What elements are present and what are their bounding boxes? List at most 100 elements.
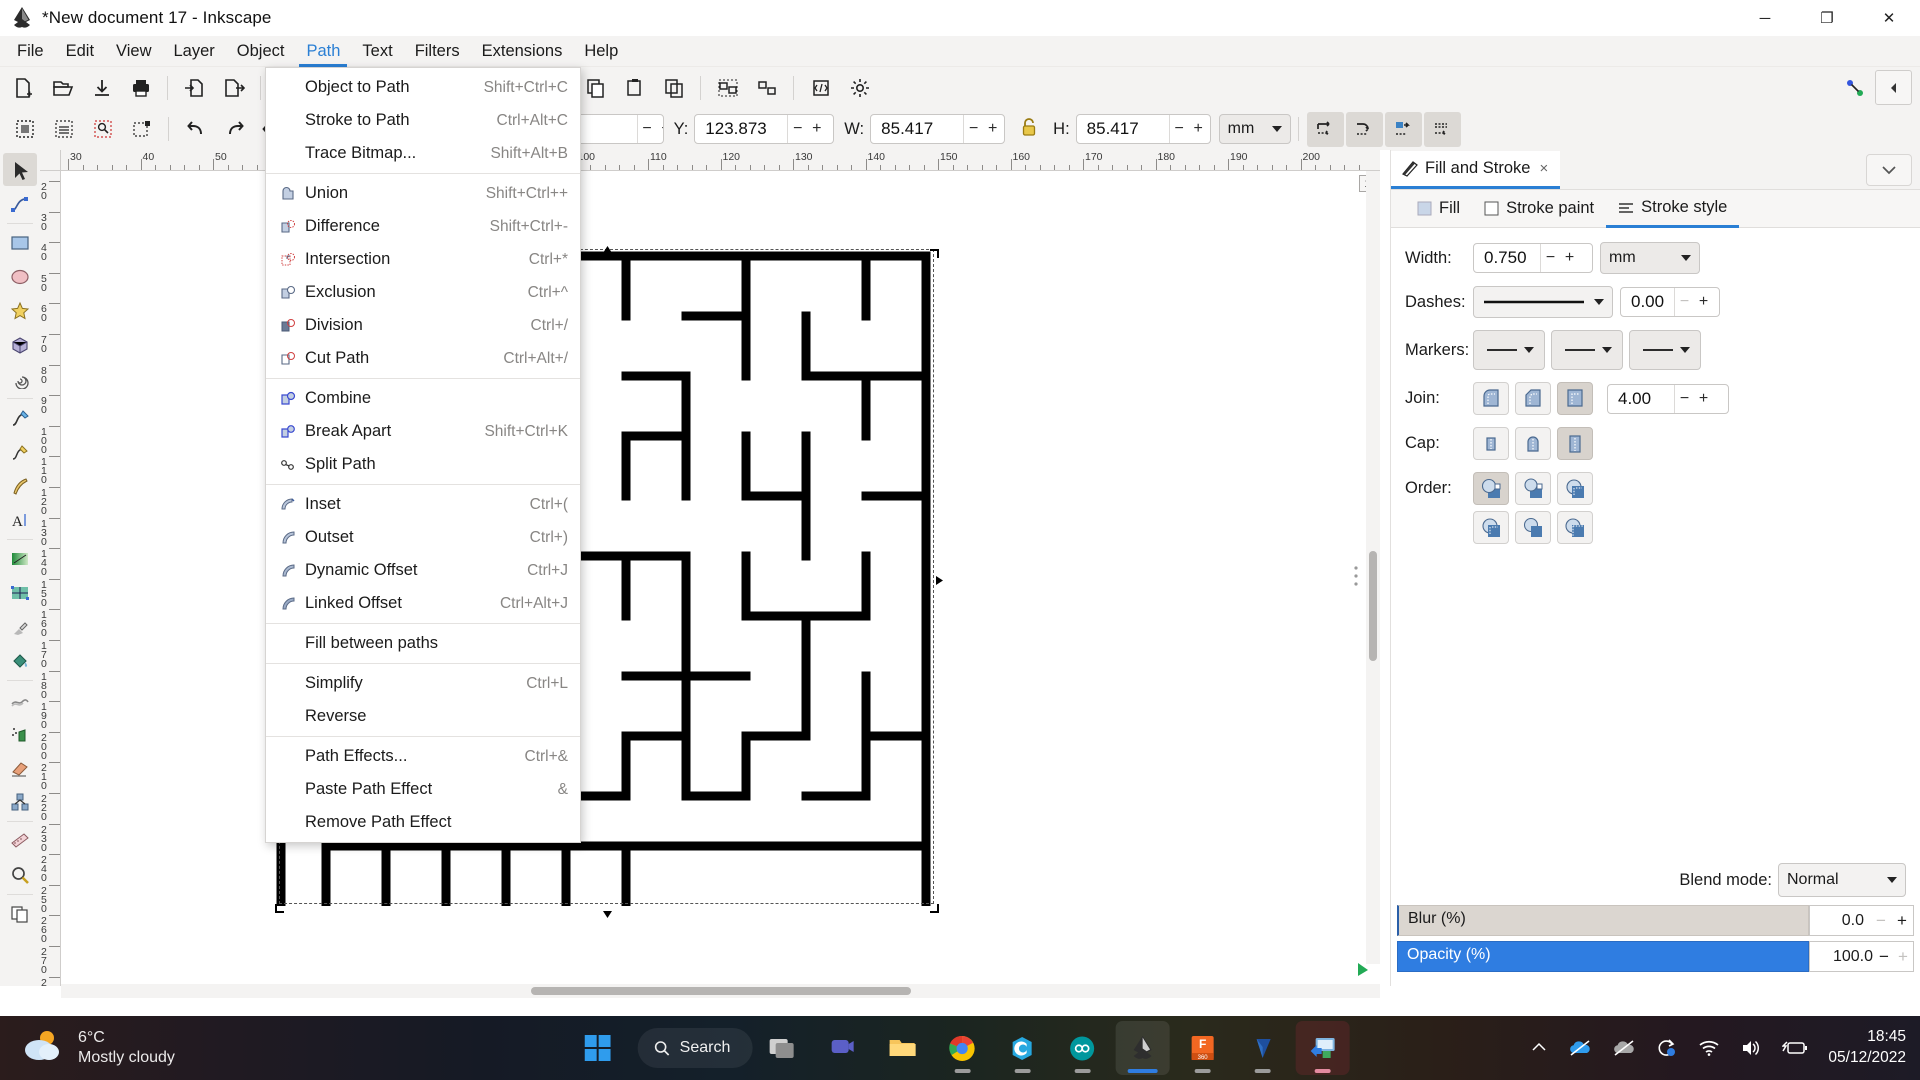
dash-offset-increment[interactable]: +: [1694, 293, 1713, 311]
menu-item-division[interactable]: DivisionCtrl+/: [266, 309, 580, 342]
h-increment[interactable]: +: [1189, 120, 1208, 138]
h-value[interactable]: 85.417: [1077, 115, 1169, 143]
bevel-join-icon[interactable]: [1515, 382, 1551, 415]
text-tool[interactable]: A: [3, 503, 37, 536]
subtab-fill[interactable]: Fill: [1405, 190, 1472, 228]
dash-offset-spinner[interactable]: 0.00 −+: [1620, 287, 1720, 317]
menu-view[interactable]: View: [105, 36, 162, 67]
vertical-scroll-thumb[interactable]: [1369, 551, 1377, 661]
volume-icon[interactable]: [1740, 1039, 1762, 1057]
select-all-icon[interactable]: [6, 112, 43, 147]
menu-item-intersection[interactable]: IntersectionCtrl+*: [266, 243, 580, 276]
horizontal-ruler[interactable]: 3040506070809010011012013014015016017018…: [40, 150, 1380, 171]
menu-item-cut-path[interactable]: Cut PathCtrl+Alt+/: [266, 342, 580, 375]
round-join-icon[interactable]: [1473, 382, 1509, 415]
menu-item-difference[interactable]: DifferenceShift+Ctrl+-: [266, 210, 580, 243]
affect-stroke-width-icon[interactable]: [1307, 112, 1344, 147]
y-value[interactable]: 123.873: [695, 115, 787, 143]
battery-charging-icon[interactable]: [1782, 1040, 1808, 1056]
box3d-tool[interactable]: [3, 328, 37, 361]
show-hidden-icons-icon[interactable]: [1530, 1039, 1548, 1057]
sync-icon[interactable]: [1656, 1038, 1678, 1058]
taskbar-clock[interactable]: 18:45 05/12/2022: [1828, 1027, 1906, 1068]
w-spinner[interactable]: 85.417 −+: [870, 114, 1005, 144]
wifi-icon[interactable]: [1698, 1039, 1720, 1057]
redo-icon[interactable]: [216, 112, 253, 147]
stroke-markers-fill-icon[interactable]: [1473, 511, 1509, 544]
file-explorer-icon[interactable]: [875, 1021, 929, 1075]
blend-mode-dropdown[interactable]: Normal: [1778, 863, 1906, 897]
menu-layer[interactable]: Layer: [163, 36, 226, 67]
menu-path[interactable]: Path: [295, 36, 351, 67]
close-icon[interactable]: ×: [1539, 160, 1548, 177]
undo-icon[interactable]: [177, 112, 214, 147]
scale-handle-s[interactable]: [602, 904, 613, 915]
tweak-tool[interactable]: [3, 683, 37, 716]
canvas-horizontal-scrollbar[interactable]: [61, 984, 1380, 998]
miter-limit-stepper[interactable]: −+: [1674, 385, 1713, 413]
subtab-stroke-style[interactable]: Stroke style: [1606, 190, 1739, 228]
dash-pattern-dropdown[interactable]: [1473, 286, 1613, 318]
search-button[interactable]: Search: [638, 1028, 753, 1068]
calligraphy-tool[interactable]: [3, 469, 37, 502]
menu-file[interactable]: File: [6, 36, 55, 67]
units-dropdown[interactable]: mm: [1219, 114, 1291, 144]
menu-item-stroke-to-path[interactable]: Stroke to PathCtrl+Alt+C: [266, 104, 580, 137]
scale-handle-se[interactable]: [929, 899, 940, 910]
ungroup-icon[interactable]: [748, 70, 785, 105]
menu-item-object-to-path[interactable]: Object to PathShift+Ctrl+C: [266, 71, 580, 104]
menu-item-outset[interactable]: OutsetCtrl+): [266, 521, 580, 554]
import-icon[interactable]: [176, 70, 213, 105]
marker-end-dropdown[interactable]: [1629, 330, 1701, 370]
onedrive-paused-icon[interactable]: [1568, 1039, 1592, 1057]
group-icon[interactable]: [709, 70, 746, 105]
duplicate-icon[interactable]: [655, 70, 692, 105]
stroke-width-increment[interactable]: +: [1560, 249, 1579, 267]
miter-join-icon[interactable]: [1557, 382, 1593, 415]
menu-help[interactable]: Help: [573, 36, 629, 67]
paint-bucket-tool[interactable]: [3, 644, 37, 677]
x-stepper[interactable]: −+: [637, 115, 664, 143]
rectangle-tool[interactable]: [3, 226, 37, 259]
stroke-fill-markers-icon[interactable]: [1557, 472, 1593, 505]
ellipse-tool[interactable]: [3, 260, 37, 293]
miter-limit-decrement[interactable]: −: [1675, 390, 1694, 408]
miter-limit-increment[interactable]: +: [1694, 390, 1713, 408]
opacity-slider[interactable]: Opacity (%): [1397, 941, 1809, 972]
measure-tool[interactable]: [3, 824, 37, 857]
zoom-selection-icon[interactable]: [84, 112, 121, 147]
node-editor-tool[interactable]: [3, 187, 37, 220]
h-stepper[interactable]: −+: [1169, 115, 1208, 143]
bezier-pen-tool[interactable]: [3, 401, 37, 434]
marker-start-dropdown[interactable]: [1473, 330, 1545, 370]
pencil-tool[interactable]: [3, 435, 37, 468]
blur-increment[interactable]: +: [1891, 911, 1913, 931]
h-spinner[interactable]: 85.417 −+: [1076, 114, 1211, 144]
menu-item-trace-bitmap[interactable]: Trace Bitmap...Shift+Alt+B: [266, 137, 580, 170]
menu-item-dynamic-offset[interactable]: Dynamic OffsetCtrl+J: [266, 554, 580, 587]
stroke-width-value[interactable]: 0.750: [1474, 244, 1540, 272]
h-decrement[interactable]: −: [1170, 120, 1189, 138]
menu-item-reverse[interactable]: Reverse: [266, 700, 580, 733]
fill-stroke-markers-icon[interactable]: [1473, 472, 1509, 505]
markers-fill-stroke-icon[interactable]: [1515, 511, 1551, 544]
dropper-tool[interactable]: [3, 610, 37, 643]
lock-aspect-ratio-icon[interactable]: [1019, 116, 1039, 143]
affect-patterns-icon[interactable]: [1424, 112, 1461, 147]
zoom-tool[interactable]: [3, 858, 37, 891]
dock-resize-grip[interactable]: [1352, 565, 1360, 592]
opacity-decrement[interactable]: −: [1875, 947, 1893, 967]
opacity-increment[interactable]: +: [1893, 947, 1913, 967]
menu-item-linked-offset[interactable]: Linked OffsetCtrl+Alt+J: [266, 587, 580, 620]
preferences-icon[interactable]: [841, 70, 878, 105]
export-icon[interactable]: [215, 70, 252, 105]
blur-spinner[interactable]: 0.0 − +: [1809, 905, 1914, 936]
paste-icon[interactable]: [616, 70, 653, 105]
menu-item-path-effects[interactable]: Path Effects...Ctrl+&: [266, 740, 580, 773]
w-decrement[interactable]: −: [964, 120, 983, 138]
copy-icon[interactable]: [577, 70, 614, 105]
remote-desktop-icon[interactable]: [1295, 1021, 1349, 1075]
spray-tool[interactable]: [3, 717, 37, 750]
inkscape-icon[interactable]: [1115, 1021, 1169, 1075]
menu-item-combine[interactable]: Combine: [266, 382, 580, 415]
